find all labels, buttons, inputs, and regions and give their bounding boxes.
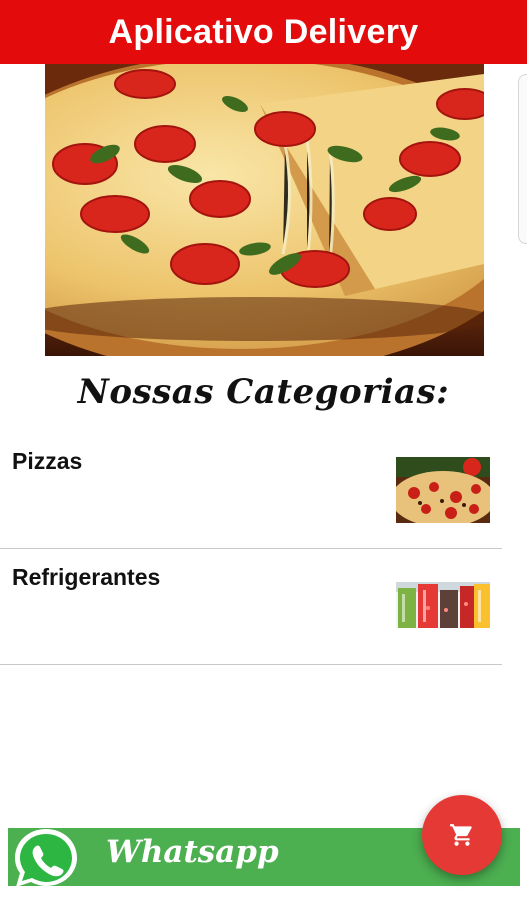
- side-edge-handle: [518, 74, 527, 244]
- app-bar: Aplicativo Delivery: [0, 0, 527, 64]
- cart-icon: [450, 824, 472, 846]
- category-item-pizzas[interactable]: Pizzas: [0, 432, 502, 549]
- category-label: Refrigerantes: [12, 564, 161, 590]
- app-title: Aplicativo Delivery: [108, 12, 419, 51]
- categories-title: Nossas Categorias:: [77, 372, 450, 412]
- category-label: Pizzas: [12, 448, 83, 474]
- cart-fab-button[interactable]: [422, 795, 502, 875]
- category-item-refrigerantes[interactable]: Refrigerantes: [0, 548, 502, 665]
- whatsapp-icon[interactable]: [10, 825, 82, 891]
- whatsapp-label: Whatsapp: [106, 834, 279, 870]
- pizza-thumbnail: [396, 457, 490, 523]
- pizza-hero-image: [45, 64, 484, 356]
- soda-thumbnail: [396, 582, 490, 628]
